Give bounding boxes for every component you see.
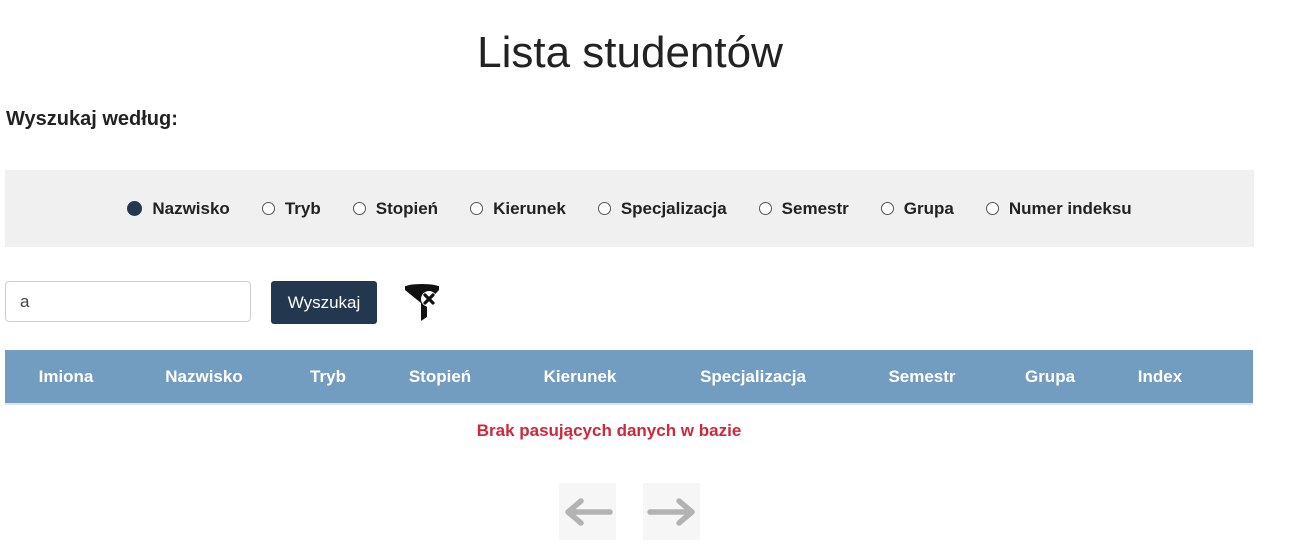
radio-option-stopien[interactable]: Stopień [352, 198, 439, 219]
radio-numer-indeksu[interactable] [985, 202, 999, 215]
radio-label: Numer indeksu [1008, 198, 1132, 218]
previous-page-button[interactable] [559, 483, 616, 540]
radio-option-kierunek[interactable]: Kierunek [470, 199, 566, 219]
search-input[interactable] [5, 281, 251, 322]
column-header-stopien[interactable]: Stopień [409, 350, 471, 403]
radio-kierunek[interactable] [470, 202, 484, 215]
radio-option-nazwisko[interactable]: Nazwisko [127, 198, 230, 219]
search-button[interactable]: Wyszukaj [271, 281, 377, 324]
column-header-imiona[interactable]: Imiona [39, 350, 94, 403]
radio-label: Specjalizacja [620, 198, 727, 218]
radio-label: Kierunek [493, 198, 566, 218]
funnel-x-icon [405, 284, 439, 321]
clear-filter-button[interactable] [402, 281, 446, 325]
radio-label: Nazwisko [152, 198, 230, 218]
column-header-tryb[interactable]: Tryb [310, 350, 346, 403]
radio-specjalizacja[interactable] [597, 202, 611, 215]
radio-grupa[interactable] [880, 202, 894, 215]
radio-semestr[interactable] [758, 202, 772, 215]
arrow-right-icon [646, 497, 695, 526]
radio-nazwisko[interactable] [127, 201, 143, 216]
column-header-index[interactable]: Index [1138, 350, 1182, 403]
page: Lista studentów Wyszukaj według: Nazwisk… [0, 0, 1311, 555]
radio-tryb[interactable] [261, 202, 275, 215]
column-header-semestr[interactable]: Semestr [888, 350, 955, 403]
radio-label: Semestr [781, 198, 849, 218]
radio-option-tryb[interactable]: Tryb [261, 198, 321, 219]
column-header-nazwisko[interactable]: Nazwisko [165, 350, 242, 403]
radio-label: Tryb [284, 198, 321, 218]
radio-option-semestr[interactable]: Semestr [758, 198, 849, 219]
radio-label: Stopień [375, 198, 439, 218]
radio-option-numer-indeksu[interactable]: Numer indeksu [985, 198, 1132, 219]
table-header: Imiona Nazwisko Tryb Stopień Kierunek Sp… [5, 350, 1253, 405]
column-header-grupa[interactable]: Grupa [1025, 350, 1075, 403]
radio-stopien[interactable] [352, 202, 366, 215]
empty-table-message: Brak pasujących danych w bazie [476, 421, 742, 440]
column-header-kierunek[interactable]: Kierunek [544, 350, 617, 403]
page-title: Lista studentów [477, 28, 783, 77]
column-header-specjalizacja[interactable]: Specjalizacja [700, 350, 806, 403]
arrow-left-icon [564, 497, 613, 526]
search-options-bar: Nazwisko Tryb Stopień Kierunek Specjaliz… [5, 170, 1254, 247]
search-by-label: Wyszukaj według: [6, 108, 178, 130]
radio-option-specjalizacja[interactable]: Specjalizacja [597, 198, 727, 219]
next-page-button[interactable] [643, 483, 700, 540]
radio-option-grupa[interactable]: Grupa [880, 198, 954, 219]
radio-label: Grupa [903, 198, 954, 218]
